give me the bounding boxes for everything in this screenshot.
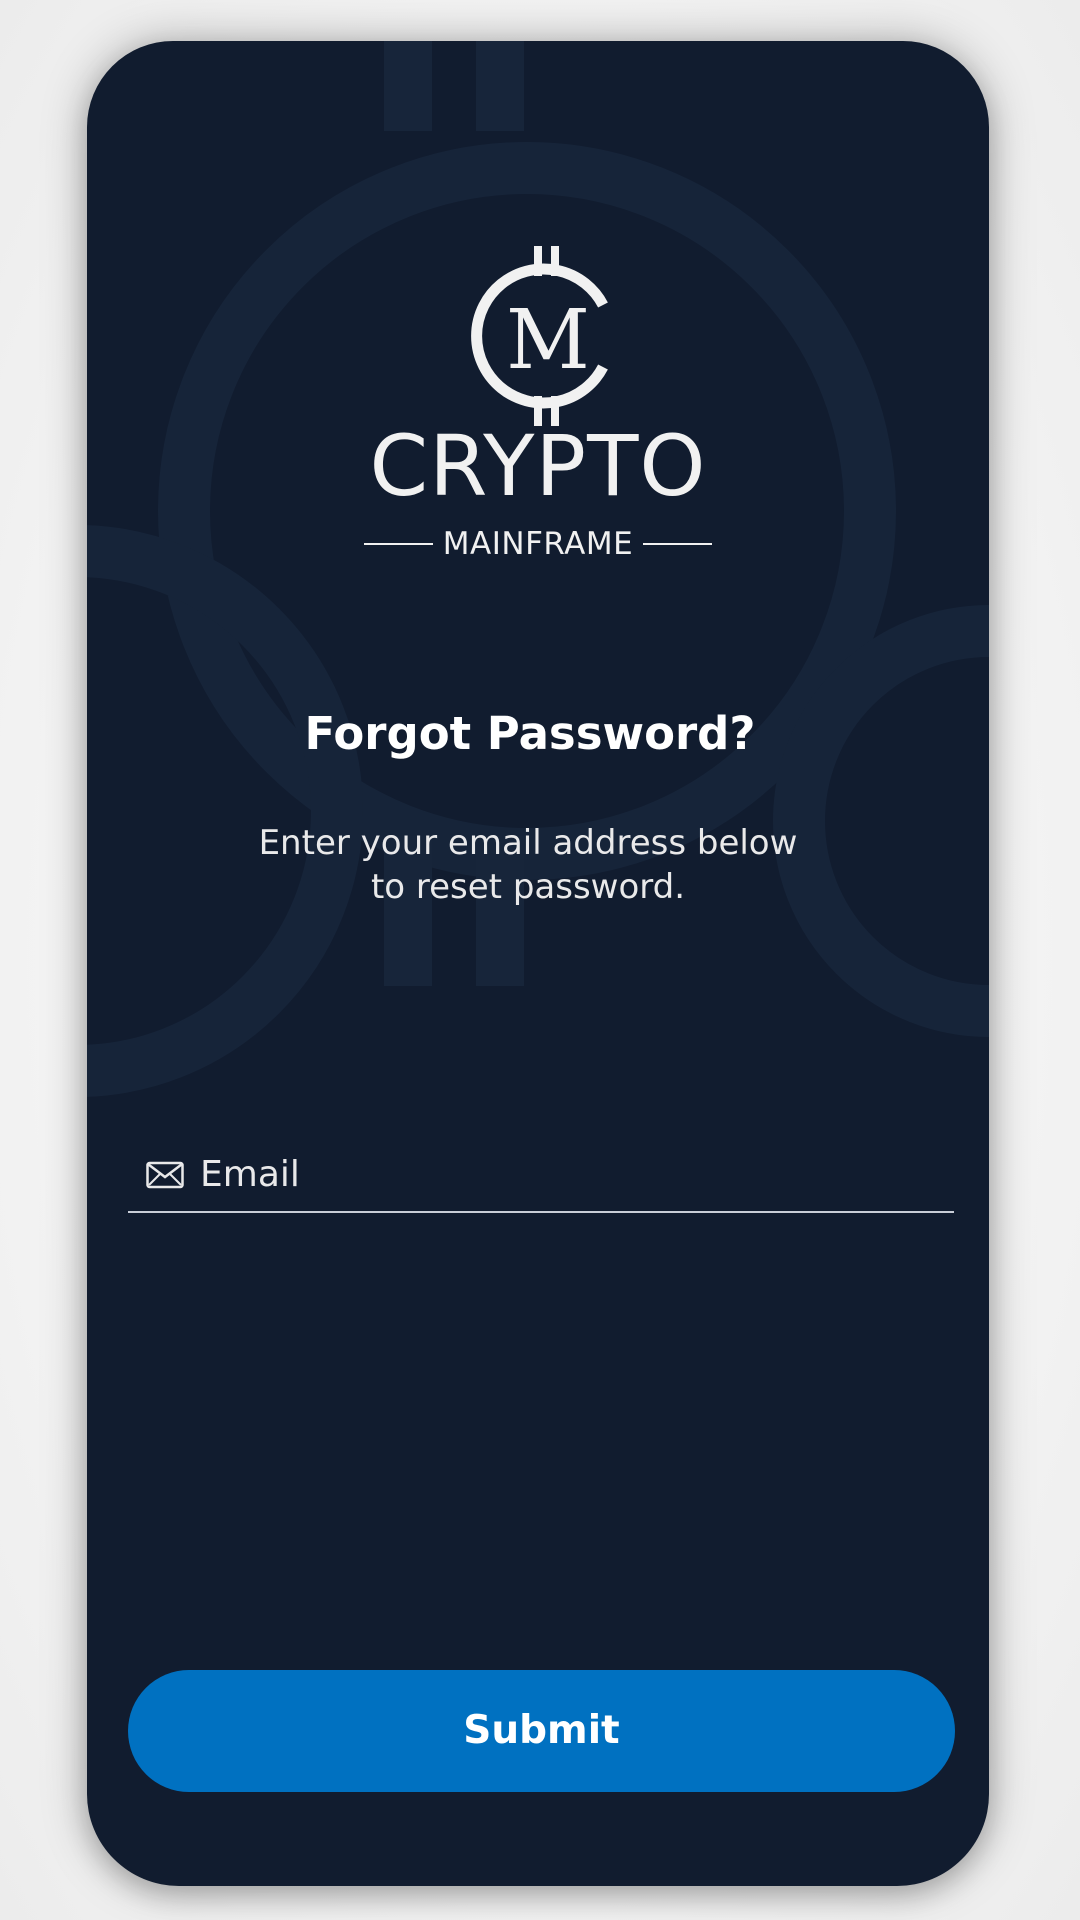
email-input[interactable] (200, 1155, 954, 1195)
submit-button[interactable]: Submit (128, 1670, 955, 1792)
brand-divider-left (364, 543, 433, 545)
brand-divider-right (643, 543, 713, 545)
forgot-password-card: M CRYPTO MAINFRAME Forgot Password? Ente… (87, 41, 989, 1886)
page-title: Forgot Password? (304, 707, 756, 760)
envelope-icon (146, 1161, 184, 1189)
instruction-text: Enter your email address below to reset … (223, 821, 833, 909)
instruction-line-2: to reset password. (370, 867, 686, 907)
app-screen: M CRYPTO MAINFRAME Forgot Password? Ente… (0, 0, 1080, 1920)
svg-text:M: M (506, 293, 590, 388)
crypto-mainframe-logo-icon: M (471, 246, 608, 426)
brand-title: CRYPTO (369, 417, 707, 515)
instruction-line-1: Enter your email address below (258, 823, 798, 863)
brand-logo: M CRYPTO MAINFRAME (87, 246, 989, 606)
email-field[interactable] (128, 1139, 954, 1213)
brand-subtitle: MAINFRAME (442, 525, 634, 562)
brand-subtitle-row: MAINFRAME (364, 524, 713, 564)
